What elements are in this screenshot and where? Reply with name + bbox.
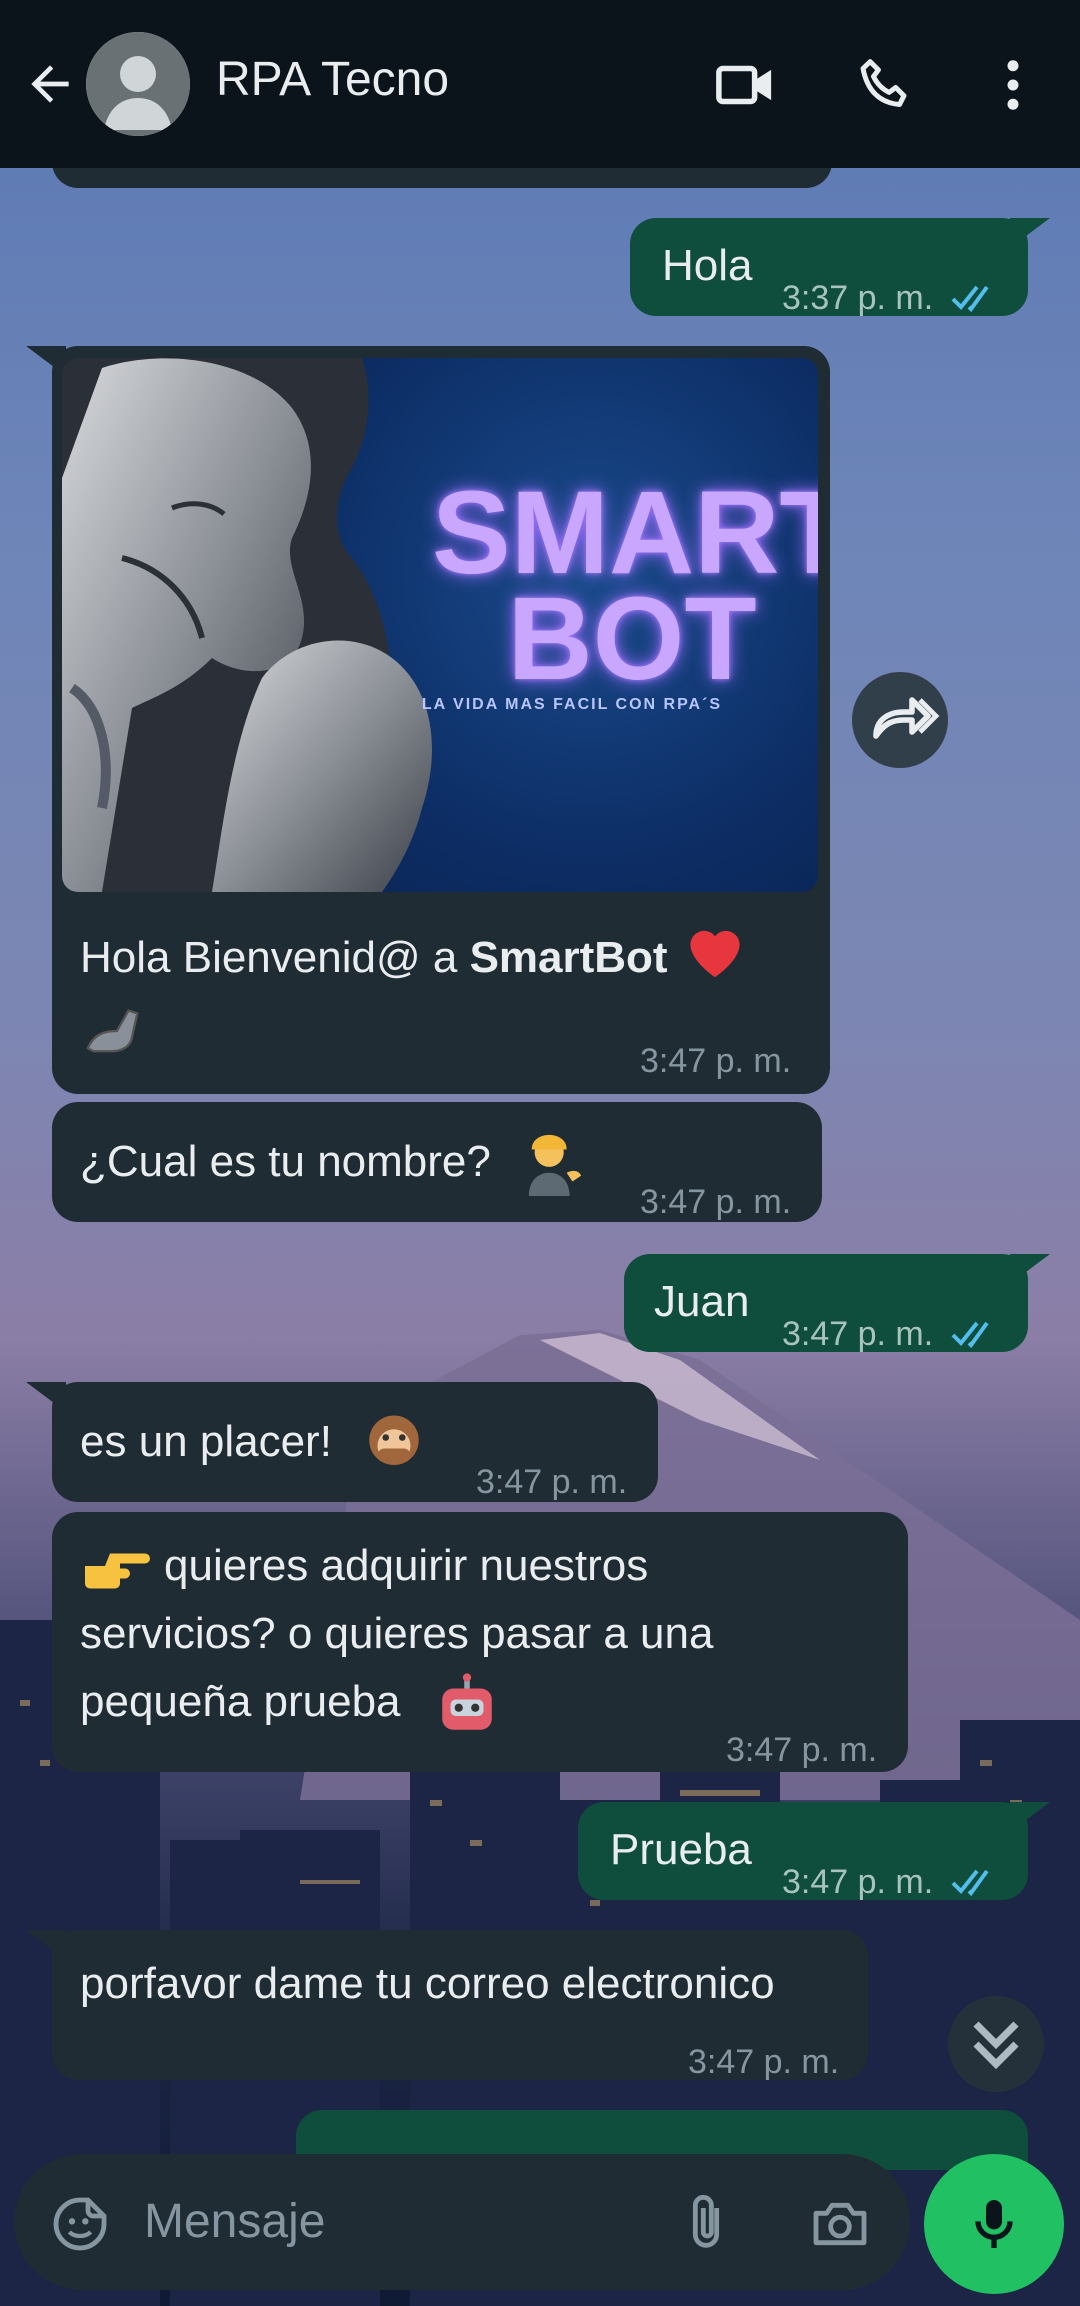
person-tipping-hand-emoji-icon: [520, 1132, 590, 1216]
double-check-icon: [951, 285, 989, 313]
message-text-line: servicios? o quieres pasar a una: [80, 1609, 714, 1658]
phone-icon[interactable]: [852, 52, 918, 118]
message-text: ¿Cual es tu nombre?: [80, 1137, 491, 1186]
message-input[interactable]: Mensaje: [144, 2194, 325, 2249]
message-text: porfavor dame tu correo electronico: [80, 1959, 775, 2008]
message-time: 3:47 p. m.: [726, 1731, 878, 1769]
forward-button[interactable]: [852, 672, 948, 768]
image-title: SMART BOT: [432, 467, 818, 705]
message-text-line: quieres adquirir nuestros: [164, 1541, 649, 1590]
message-text: Hola: [662, 241, 753, 290]
voice-message-button[interactable]: [924, 2154, 1064, 2294]
contact-name[interactable]: RPA Tecno: [216, 52, 449, 107]
camera-icon[interactable]: [806, 2192, 874, 2256]
message-bubble-incoming[interactable]: quieres adquirir nuestros servicios? o q…: [52, 1512, 908, 1772]
video-call-icon[interactable]: [712, 52, 778, 118]
message-time: 3:47 p. m.: [688, 2043, 840, 2081]
message-time: 3:47 p. m.: [476, 1463, 628, 1501]
message-text: Hola Bienvenid@ a SmartBot: [80, 920, 750, 1000]
chat-header: RPA Tecno: [0, 0, 1080, 168]
message-time: 3:47 p. m.: [782, 1315, 934, 1353]
mic-icon: [975, 2200, 1013, 2248]
double-check-icon: [951, 1321, 989, 1349]
message-text: es un placer!: [80, 1417, 332, 1466]
message-composer[interactable]: Mensaje: [14, 2154, 910, 2290]
message-bubble-outgoing[interactable]: Hola 3:37 p. m.: [630, 218, 1028, 317]
back-arrow-icon[interactable]: [22, 56, 78, 112]
message-bubble-incoming[interactable]: ¿Cual es tu nombre? 3:47 p. m.: [52, 1102, 822, 1222]
image-tagline: LA VIDA MAS FACIL CON RPA´S: [421, 696, 723, 713]
mechanical-arm-emoji-icon: [78, 996, 150, 1065]
message-bubble-incoming[interactable]: porfavor dame tu correo electronico 3:47…: [52, 1930, 868, 2081]
smartbot-banner-image[interactable]: SMART BOT LA VIDA MAS FACIL CON RPA´S: [62, 358, 818, 892]
emoji-sticker-icon[interactable]: [48, 2192, 112, 2256]
more-vert-icon[interactable]: [980, 52, 1046, 118]
message-time: 3:47 p. m.: [782, 1863, 934, 1901]
heart-emoji-icon: [680, 920, 750, 1000]
speak-no-evil-monkey-emoji-icon: [360, 1410, 428, 1496]
message-text: Juan: [654, 1277, 750, 1326]
attach-icon[interactable]: [674, 2192, 738, 2256]
message-bubble-incoming[interactable]: es un placer! 3:47 p. m.: [52, 1382, 658, 1502]
message-text-line: pequeña prueba: [80, 1677, 401, 1726]
message-time: 3:47 p. m.: [640, 1183, 792, 1221]
message-bubble-outgoing[interactable]: Juan 3:47 p. m.: [624, 1254, 1028, 1353]
avatar-icon: [86, 32, 190, 136]
double-chevron-down-icon: [973, 2021, 1019, 2070]
double-check-icon: [951, 1869, 989, 1897]
message-text: Prueba: [610, 1825, 752, 1874]
avatar[interactable]: [86, 32, 190, 136]
message-time: 3:47 p. m.: [640, 1042, 792, 1080]
robot-emoji-icon: [434, 1672, 500, 1758]
message-bubble-outgoing[interactable]: Prueba 3:47 p. m.: [578, 1802, 1028, 1901]
scroll-to-bottom-button[interactable]: [948, 1996, 1044, 2092]
message-time: 3:37 p. m.: [782, 279, 934, 317]
forward-icon: [873, 697, 940, 739]
